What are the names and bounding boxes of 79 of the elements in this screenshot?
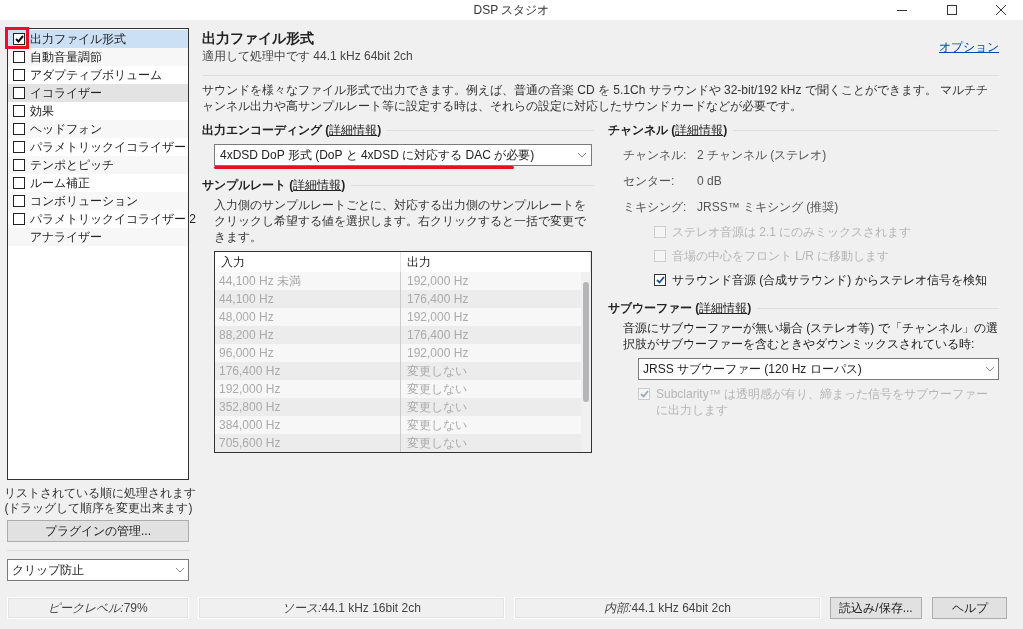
- chevron-icon: [176, 567, 184, 573]
- field-value: 2 チャンネル (ステレオ): [697, 147, 827, 164]
- checkbox-option[interactable]: サラウンド音源 (合成サラウンド) からステレオ信号を検知: [654, 272, 999, 288]
- footer-button[interactable]: 読込み/保存...: [830, 597, 922, 619]
- checkbox[interactable]: [13, 141, 25, 153]
- status-panel: ソース:44.1 kHz 16bit 2ch: [198, 597, 505, 619]
- description: 入力側のサンプルレートごとに、対応する出力側のサンプルレートをクリックし希望する値を選択します。右クリックすると一括で変更できます。: [214, 197, 587, 245]
- field-value: JRSS™ ミキシング (推奨): [697, 199, 839, 216]
- checkbox[interactable]: [13, 33, 25, 45]
- field-label: ミキシング:: [623, 199, 688, 216]
- checkbox[interactable]: [13, 87, 25, 99]
- table-cell-text: 192,000 Hz: [406, 345, 470, 362]
- item-label: アダプティブボリューム: [30, 67, 162, 84]
- table-cell-text: 192,000 Hz: [406, 309, 470, 326]
- manage-plugins-button[interactable]: プラグインの管理...: [7, 520, 189, 542]
- field-value: 0 dB: [697, 173, 722, 190]
- checkbox[interactable]: [13, 123, 25, 135]
- list-item[interactable]: イコライザー: [8, 84, 188, 102]
- table-cell-text: 変更しない: [406, 417, 468, 434]
- item-label: ヘッドフォン: [30, 121, 102, 138]
- checkbox[interactable]: [13, 159, 25, 171]
- checkbox[interactable]: [13, 177, 25, 189]
- item-label: テンポとピッチ: [30, 157, 114, 174]
- checkbox[interactable]: [13, 69, 25, 81]
- maximize-icon: [947, 5, 957, 15]
- list-item[interactable]: テンポとピッチ: [8, 156, 188, 174]
- scrollbar[interactable]: [581, 272, 591, 452]
- table-cell-text: 変更しない: [406, 381, 468, 398]
- item-label: アナライザー: [30, 229, 102, 246]
- details-link[interactable]: 詳細情報: [293, 178, 342, 192]
- table-cell-text: 192,000 Hz: [406, 273, 470, 290]
- table-cell: 705,600 Hz: [215, 434, 401, 452]
- chevron-icon: [986, 366, 994, 372]
- clip-dropdown[interactable]: クリップ防止: [7, 559, 189, 581]
- list-item[interactable]: アナライザー: [8, 228, 188, 246]
- list-item[interactable]: 自動音量調節: [8, 48, 188, 66]
- item-label: パラメトリックイコライザー 2: [30, 211, 196, 228]
- item-label: パラメトリックイコライザー: [30, 139, 186, 156]
- description: サウンドを様々なファイル形式で出力できます。例えば、普通の音楽 CD を 5.1Ch サラウンドや 32-bit/192 kHz で聞くことができます。 マルチチャンネル出力や高サンプルレート等に設定する時は、それらの設定に対応したサウンドカードなどが必要です。: [202, 82, 990, 114]
- details-link[interactable]: 詳細情報: [699, 301, 748, 315]
- table-cell-text: 176,400 Hz: [406, 327, 470, 344]
- minimize-icon: [897, 9, 907, 11]
- status-panel: 内部:44.1 kHz 64bit 2ch: [514, 597, 821, 619]
- item-label: 自動音量調節: [30, 49, 102, 66]
- chevron-icon: [578, 152, 586, 158]
- description: 音源にサブウーファーが無い場合 (ステレオ等) で「チャンネル」の選択肢がサブウーファーを含むときやダウンミックスされている時:: [623, 320, 999, 352]
- checkbox[interactable]: [654, 274, 666, 286]
- window-title: DSP スタジオ: [473, 2, 550, 19]
- table-cell-text: 176,400 Hz: [406, 291, 470, 308]
- details-link[interactable]: 詳細情報: [675, 123, 724, 137]
- hint-text: リストされている順に処理されます (ドラッグして順序を変更出来ます): [4, 486, 193, 516]
- subwoofer-dropdown[interactable]: JRSS サブウーファー (120 Hz ローパス): [638, 358, 999, 380]
- checkbox[interactable]: [13, 213, 25, 225]
- options-link[interactable]: オプション: [939, 38, 999, 65]
- checkbox[interactable]: [13, 105, 25, 117]
- item-label: ルーム補正: [30, 175, 90, 192]
- section-heading: サンプルレート (詳細情報): [202, 177, 346, 193]
- list-item[interactable]: コンボリューション: [8, 192, 188, 210]
- scroll-thumb[interactable]: [583, 282, 589, 402]
- field-label: センター:: [623, 173, 676, 190]
- close-icon: [996, 5, 1006, 15]
- encoding-dropdown[interactable]: 4xDSD DoP 形式 (DoP と 4xDSD に対応する DAC が必要): [214, 144, 592, 166]
- checkbox[interactable]: [13, 195, 25, 207]
- list-item[interactable]: ヘッドフォン: [8, 120, 188, 138]
- item-label: イコライザー: [30, 85, 102, 102]
- section-heading: 出力エンコーディング (詳細情報): [202, 122, 382, 138]
- section-heading: サブウーファー (詳細情報): [608, 300, 752, 316]
- item-label: 出力ファイル形式: [30, 31, 126, 48]
- item-label: 効果: [30, 103, 54, 120]
- page-title: 出力ファイル形式: [202, 30, 315, 47]
- item-label: コンボリューション: [30, 193, 138, 210]
- footer-button[interactable]: ヘルプ: [932, 597, 1007, 619]
- status-panel: ピークレベル:79%: [7, 597, 189, 619]
- field-label: チャンネル:: [623, 147, 688, 164]
- list-item[interactable]: 出力ファイル形式: [8, 30, 188, 48]
- section-heading: チャンネル (詳細情報): [608, 122, 728, 138]
- details-link[interactable]: 詳細情報: [329, 123, 378, 137]
- status-text: 適用して処理中です 44.1 kHz 64bit 2ch: [202, 48, 413, 65]
- checkbox[interactable]: [13, 51, 25, 63]
